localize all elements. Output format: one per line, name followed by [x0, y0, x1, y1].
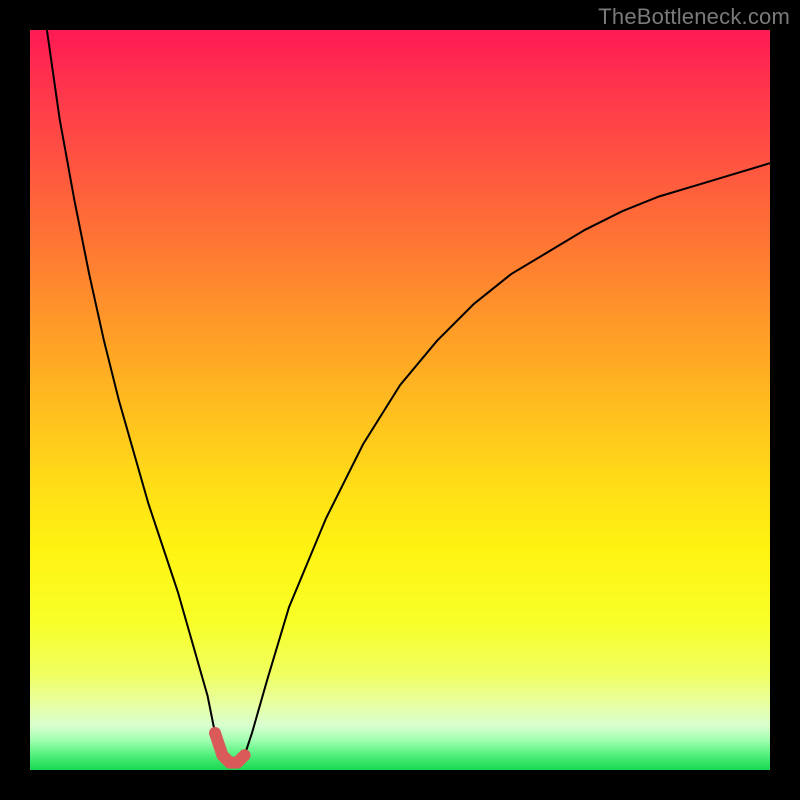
bottleneck-curve	[30, 30, 770, 763]
chart-frame: TheBottleneck.com	[0, 0, 800, 800]
curve-layer	[30, 30, 770, 770]
plot-area	[30, 30, 770, 770]
watermark-text: TheBottleneck.com	[598, 4, 790, 30]
minimum-highlight	[215, 733, 245, 763]
